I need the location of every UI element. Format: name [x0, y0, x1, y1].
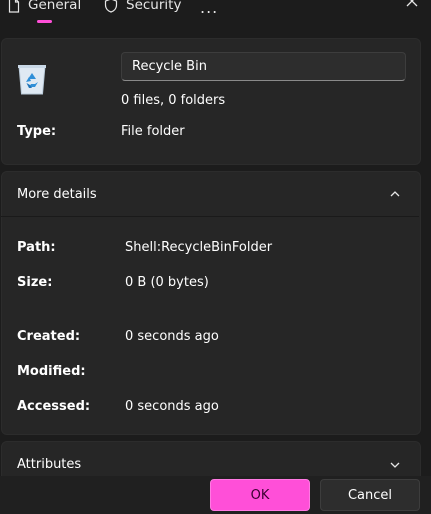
scrollbar[interactable]: [424, 28, 428, 476]
shield-icon: [104, 0, 118, 13]
more-details-card: [1, 171, 421, 435]
recycle-bin-icon: [18, 65, 46, 95]
tab-security[interactable]: Security: [104, 0, 181, 16]
accessed-label: Accessed:: [17, 399, 91, 414]
type-value: File folder: [121, 124, 185, 139]
modified-label: Modified:: [17, 364, 86, 379]
path-value: Shell:RecycleBinFolder: [125, 240, 273, 255]
close-icon[interactable]: [404, 0, 420, 9]
attributes-header[interactable]: Attributes: [17, 457, 81, 472]
chevron-down-icon[interactable]: [390, 461, 400, 469]
tab-bar: General Security ...: [0, 0, 431, 28]
name-input[interactable]: [121, 52, 406, 81]
tab-general[interactable]: General: [8, 0, 81, 16]
type-label: Type:: [17, 124, 57, 139]
chevron-up-icon[interactable]: [390, 190, 400, 198]
accessed-value: 0 seconds ago: [125, 399, 219, 414]
ok-button[interactable]: OK: [210, 479, 310, 511]
path-label: Path:: [17, 240, 56, 255]
tab-general-label: General: [28, 0, 82, 13]
document-icon: [8, 0, 20, 13]
size-value: 0 B (0 bytes): [125, 275, 209, 290]
more-details-header[interactable]: More details: [17, 187, 97, 202]
created-label: Created:: [17, 329, 81, 344]
section-divider: [1, 216, 419, 217]
tab-security-label: Security: [126, 0, 182, 13]
active-tab-indicator: [37, 20, 52, 23]
more-tabs-button[interactable]: ...: [200, 0, 218, 18]
cancel-button[interactable]: Cancel: [320, 479, 420, 511]
size-label: Size:: [17, 275, 53, 290]
created-value: 0 seconds ago: [125, 329, 219, 344]
content-summary: 0 files, 0 folders: [121, 93, 226, 108]
